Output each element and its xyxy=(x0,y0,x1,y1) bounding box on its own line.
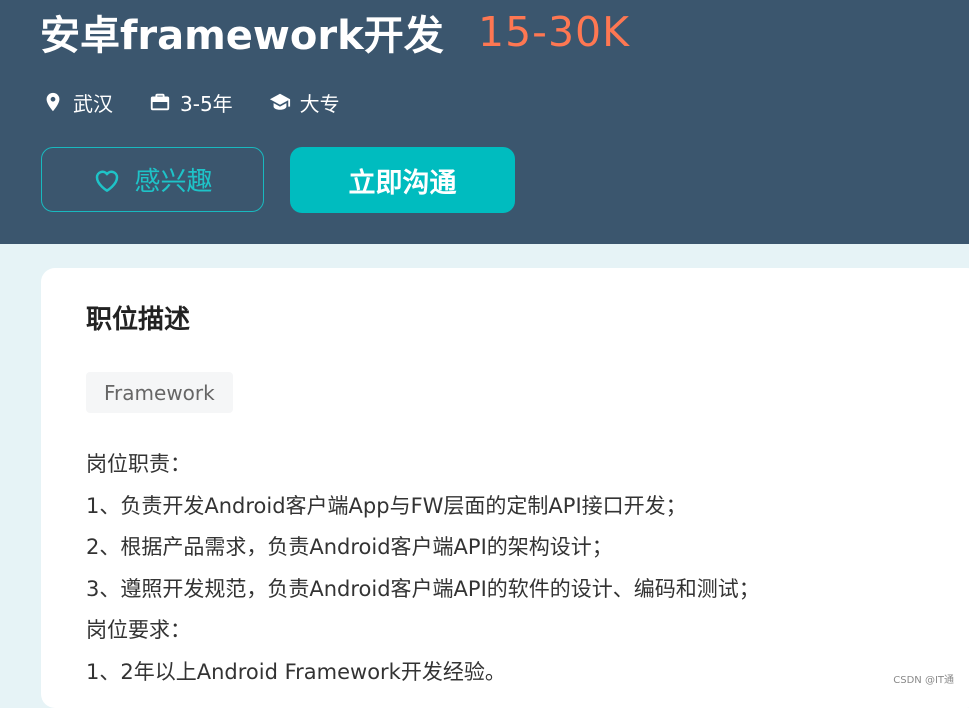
chat-now-button-label: 立即沟通 xyxy=(348,167,457,199)
job-description-text: 岗位职责： 1、负责开发Android客户端App与FW层面的定制API接口开发… xyxy=(86,444,946,693)
job-title: 安卓framework开发 xyxy=(40,13,444,59)
job-experience: 3-5年 xyxy=(149,88,233,117)
description-line: 岗位职责： xyxy=(86,452,191,476)
description-line: 3、遵照开发规范，负责Android客户端API的软件的设计、编码和测试； xyxy=(86,576,760,601)
heart-outline-icon xyxy=(92,165,122,195)
description-line: 岗位要求： xyxy=(86,618,191,642)
description-line: 1、负责开发Android客户端App与FW层面的定制API接口开发； xyxy=(86,493,687,518)
chat-now-button[interactable]: 立即沟通 xyxy=(290,147,515,213)
salary-range: 15-30K xyxy=(478,8,631,56)
section-title: 职位描述 xyxy=(86,305,191,335)
interest-button-label: 感兴趣 xyxy=(134,167,213,197)
graduation-cap-icon xyxy=(269,91,291,113)
job-education-text: 大专 xyxy=(299,91,340,116)
job-meta-row: 武汉 3-5年 大专 xyxy=(42,88,376,116)
job-header: 安卓framework开发 15-30K 武汉 3-5年 大专 感兴趣 立即沟通 xyxy=(0,0,969,244)
briefcase-icon xyxy=(149,91,171,113)
job-location-text: 武汉 xyxy=(73,91,113,116)
description-line: 2、根据产品需求，负责Android客户端API的架构设计； xyxy=(86,535,613,559)
interest-button[interactable]: 感兴趣 xyxy=(41,147,264,212)
skill-tag: Framework xyxy=(86,372,233,413)
watermark: CSDN @IT通 xyxy=(893,675,954,686)
job-experience-text: 3-5年 xyxy=(180,91,233,116)
location-pin-icon xyxy=(42,91,64,113)
description-line: 1、2年以上Android Framework开发经验。 xyxy=(86,659,506,684)
job-description-card: 职位描述 Framework 岗位职责： 1、负责开发Android客户端App… xyxy=(41,268,969,708)
job-education: 大专 xyxy=(269,88,340,117)
job-location: 武汉 xyxy=(42,88,113,117)
